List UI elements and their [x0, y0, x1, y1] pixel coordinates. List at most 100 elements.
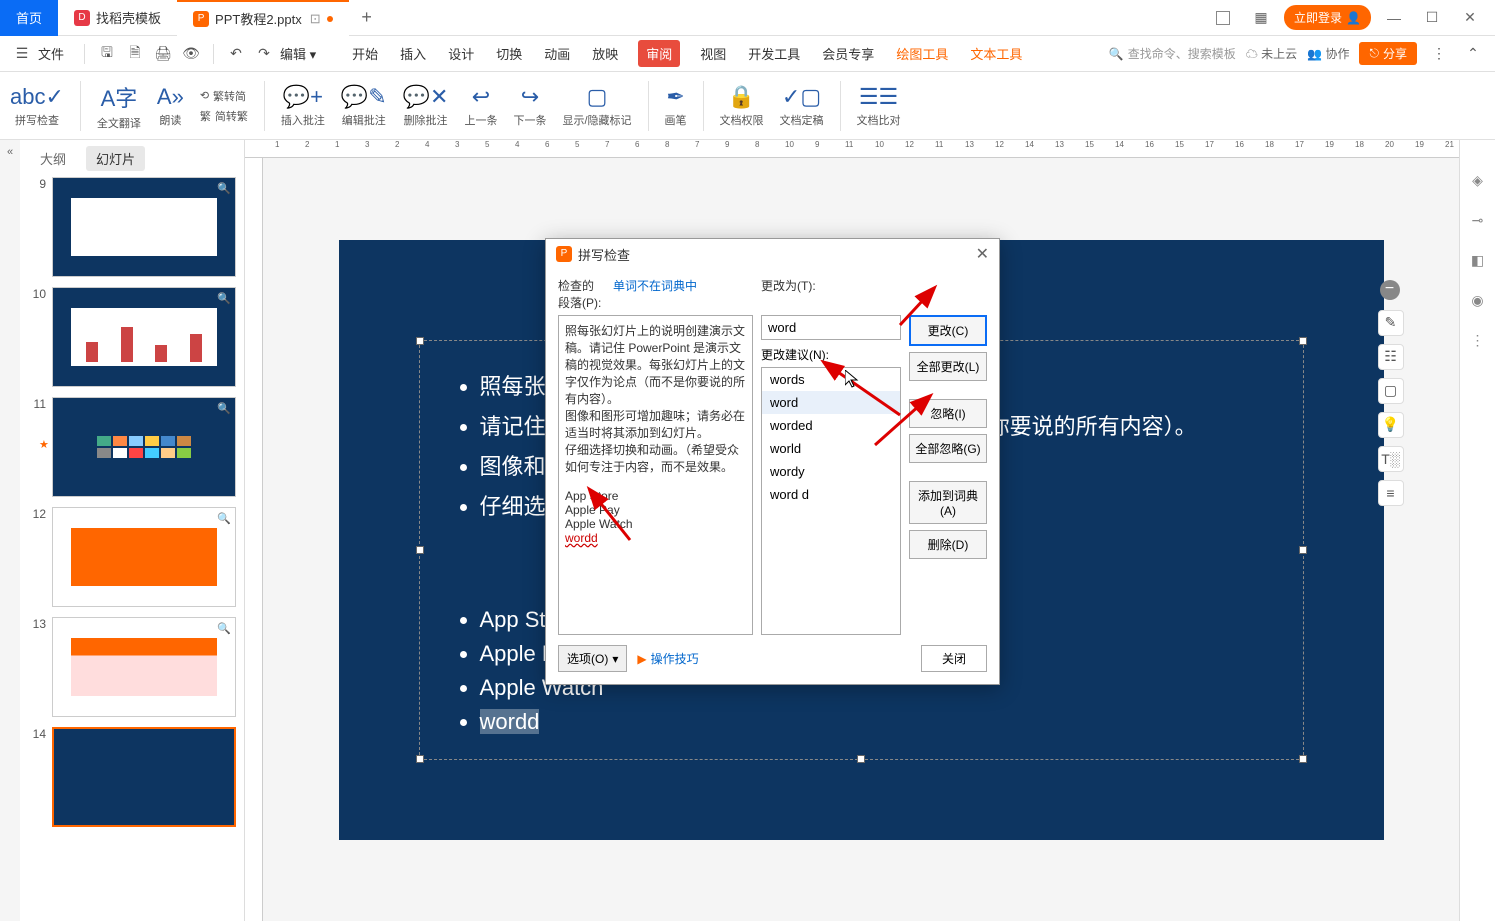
finalize-button[interactable]: ✓▢ 文档定稿 [780, 84, 824, 128]
suggestion-item[interactable]: worded [762, 414, 900, 437]
slide-thumbnail[interactable]: ★🔍 [52, 397, 236, 497]
zoom-icon[interactable]: 🔍 [217, 402, 231, 415]
file-menu[interactable]: 文件 [38, 44, 64, 63]
saveas-icon[interactable]: 🗎 [123, 42, 147, 66]
dialog-close-button[interactable]: ✕ [976, 244, 989, 264]
resize-handle[interactable] [1299, 546, 1307, 554]
resize-handle[interactable] [416, 337, 424, 345]
dialog-titlebar[interactable]: P 拼写检查 ✕ [546, 239, 999, 269]
suggestions-list[interactable]: words word worded world wordy word d [761, 367, 901, 635]
tab-drawing[interactable]: 绘图工具 [894, 40, 950, 67]
change-button[interactable]: 更改(C) [909, 315, 987, 346]
save-icon[interactable]: 🖫 [95, 42, 119, 66]
format-tool-icon[interactable]: ☷ [1378, 344, 1404, 370]
translate-button[interactable]: A字 全文翻译 [97, 81, 141, 131]
next-comment-button[interactable]: ↪ 下一条 [513, 84, 546, 128]
suggestion-item[interactable]: words [762, 368, 900, 391]
more-icon[interactable]: ⋮ [1468, 330, 1488, 350]
design-icon[interactable]: ◈ [1468, 170, 1488, 190]
preview-icon[interactable]: 👁 [179, 42, 203, 66]
tab-view[interactable]: 视图 [698, 40, 728, 67]
add-to-dict-button[interactable]: 添加到词典(A) [909, 481, 987, 524]
suggestion-item[interactable]: world [762, 437, 900, 460]
print-icon[interactable]: 🖨 [151, 42, 175, 66]
login-button[interactable]: 立即登录 👤 [1284, 5, 1371, 30]
resize-handle[interactable] [1299, 337, 1307, 345]
collapse-float-button[interactable]: − [1380, 280, 1400, 300]
tab-transition[interactable]: 切换 [494, 40, 524, 67]
suggestion-item[interactable]: word d [762, 483, 900, 506]
suggestion-item[interactable]: wordy [762, 460, 900, 483]
zoom-icon[interactable]: 🔍 [217, 622, 231, 635]
simp-to-trad-button[interactable]: 繁简转繁 [200, 108, 248, 124]
outline-tab[interactable]: 大纲 [30, 146, 76, 171]
pen-button[interactable]: ✒ 画笔 [665, 84, 687, 128]
undo-icon[interactable]: ↶ [224, 42, 248, 66]
idea-tool-icon[interactable]: 💡 [1378, 412, 1404, 438]
zoom-icon[interactable]: 🔍 [217, 292, 231, 305]
template-icon[interactable]: ◧ [1468, 250, 1488, 270]
collapse-panel-button[interactable]: « [0, 140, 20, 921]
collapse-ribbon-icon[interactable]: ⌃ [1461, 42, 1485, 66]
resize-handle[interactable] [416, 755, 424, 763]
cloud-status[interactable]: ☁ 未上云 [1246, 45, 1297, 62]
horizontal-ruler[interactable]: 1213243546576879810911101211131214131514… [245, 140, 1459, 158]
close-window-button[interactable]: ✕ [1455, 3, 1485, 33]
slides-tab[interactable]: 幻灯片 [86, 146, 145, 171]
slide-thumbnail[interactable]: 🔍 [52, 177, 236, 277]
tab-text[interactable]: 文本工具 [968, 40, 1024, 67]
resize-handle[interactable] [1299, 755, 1307, 763]
vertical-ruler[interactable] [245, 158, 263, 921]
tab-review[interactable]: 审阅 [638, 40, 680, 67]
ignore-all-button[interactable]: 全部忽略(G) [909, 434, 987, 463]
slide-thumbnail[interactable]: 🔍 [52, 617, 236, 717]
ignore-button[interactable]: 忽略(I) [909, 399, 987, 428]
trad-to-simp-button[interactable]: ⟲繁转简 [200, 88, 248, 104]
edit-comment-button[interactable]: 💬✎ 编辑批注 [341, 84, 387, 128]
tab-slideshow[interactable]: 放映 [590, 40, 620, 67]
apps-icon[interactable]: ▦ [1246, 3, 1276, 33]
settings-icon[interactable]: ⊸ [1468, 210, 1488, 230]
layout-icon[interactable] [1208, 3, 1238, 33]
new-tab-button[interactable]: + [349, 7, 385, 28]
change-to-input[interactable] [761, 315, 901, 340]
resize-handle[interactable] [416, 546, 424, 554]
file-tab[interactable]: P PPT教程2.pptx ⊡ [177, 0, 349, 36]
delete-comment-button[interactable]: 💬✕ 删除批注 [403, 84, 449, 128]
hamburger-icon[interactable]: ☰ [10, 42, 34, 66]
layout-tool-icon[interactable]: ▢ [1378, 378, 1404, 404]
edit-menu[interactable]: 编辑 ▾ [280, 44, 316, 63]
tab-vip[interactable]: 会员专享 [820, 40, 876, 67]
more-icon[interactable]: ⋮ [1427, 42, 1451, 66]
tab-animation[interactable]: 动画 [542, 40, 572, 67]
insert-comment-button[interactable]: 💬+ 插入批注 [281, 84, 325, 128]
align-tool-icon[interactable]: ≡ [1378, 480, 1404, 506]
read-button[interactable]: A» 朗读 [157, 84, 184, 128]
prev-comment-button[interactable]: ↩ 上一条 [464, 84, 497, 128]
template-tab[interactable]: D 找稻壳模板 [58, 0, 177, 36]
zoom-icon[interactable]: 🔍 [217, 182, 231, 195]
maximize-button[interactable]: ☐ [1417, 3, 1447, 33]
paragraph-textbox[interactable]: 照每张幻灯片上的说明创建演示文稿。请记住 PowerPoint 是演示文稿的视觉… [558, 315, 753, 635]
thumbnail-list[interactable]: 9🔍 10🔍 11★🔍 12🔍 13🔍 14 [20, 177, 244, 921]
redo-icon[interactable]: ↷ [252, 42, 276, 66]
tab-design[interactable]: 设计 [446, 40, 476, 67]
share-button[interactable]: ⎋分享 [1359, 42, 1417, 65]
slide-thumbnail[interactable]: 🔍 [52, 507, 236, 607]
tab-start[interactable]: 开始 [350, 40, 380, 67]
search-box[interactable]: 🔍 查找命令、搜索模板 [1109, 45, 1236, 62]
minimize-button[interactable]: — [1379, 3, 1409, 33]
options-button[interactable]: 选项(O) ▾ [558, 645, 627, 672]
suggestion-item[interactable]: word [762, 391, 900, 414]
tab-options-icon[interactable]: ⊡ [310, 11, 321, 27]
slide-thumbnail[interactable]: 🔍 [52, 287, 236, 387]
slide-thumbnail-selected[interactable] [52, 727, 236, 827]
compare-button[interactable]: ☰☰ 文档比对 [857, 84, 901, 128]
tab-dev[interactable]: 开发工具 [746, 40, 802, 67]
home-tab[interactable]: 首页 [0, 0, 58, 36]
close-dialog-button[interactable]: 关闭 [921, 645, 987, 672]
collab-button[interactable]: 👥 协作 [1307, 45, 1349, 62]
spellcheck-button[interactable]: abc✓ 拼写检查 [10, 84, 64, 128]
delete-button[interactable]: 删除(D) [909, 530, 987, 559]
permission-button[interactable]: 🔒 文档权限 [720, 84, 764, 128]
